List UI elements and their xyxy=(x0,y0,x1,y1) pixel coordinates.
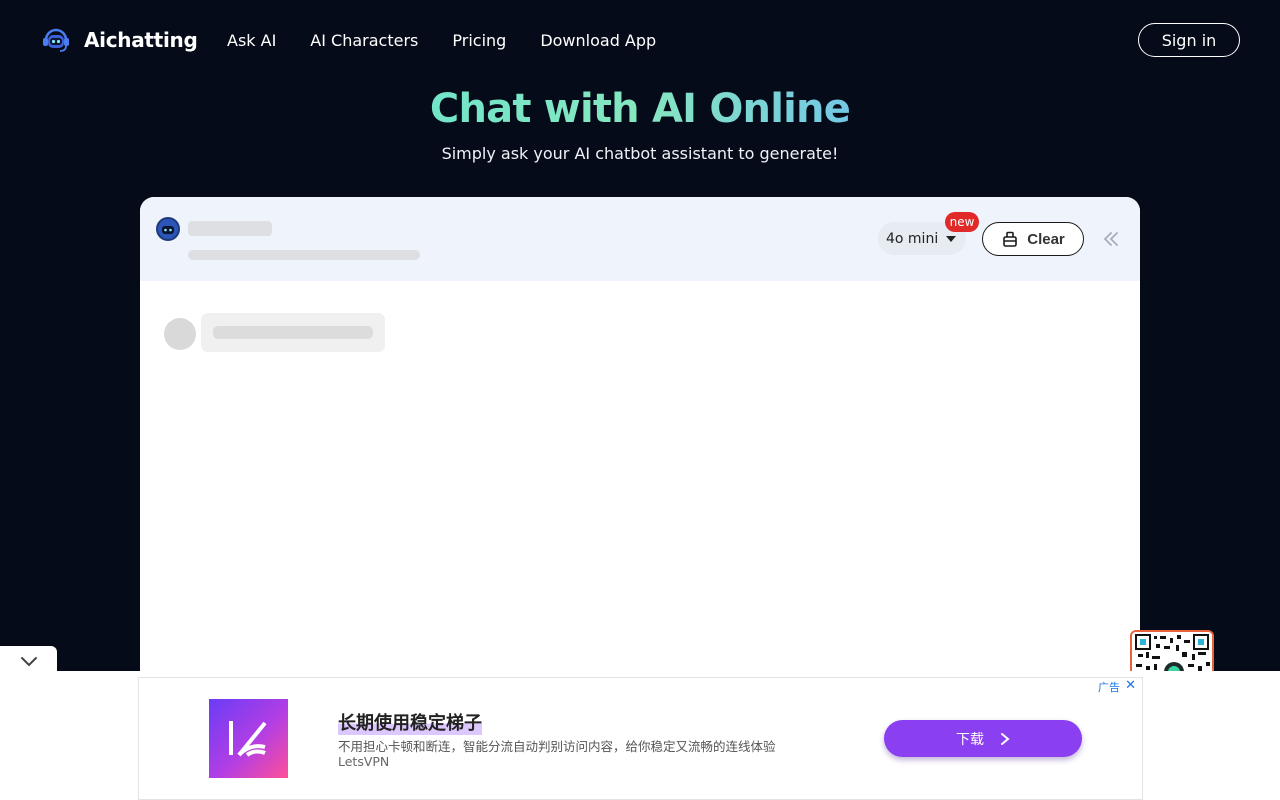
clear-button-label: Clear xyxy=(1027,230,1065,248)
ad-title[interactable]: 长期使用稳定梯子 xyxy=(338,709,482,735)
ad-banner[interactable]: 长期使用稳定梯子 不用担心卡顿和断连，智能分流自动判别访问内容，给你稳定又流畅的… xyxy=(138,677,1143,800)
ad-download-label: 下载 xyxy=(956,731,984,748)
letsvpn-logo-icon xyxy=(209,699,288,778)
chevron-right-icon xyxy=(1001,732,1010,745)
nav-ai-characters[interactable]: AI Characters xyxy=(310,31,418,50)
ad-brand: LetsVPN xyxy=(338,754,390,769)
close-icon[interactable]: ✕ xyxy=(1125,678,1136,693)
nav-pricing[interactable]: Pricing xyxy=(452,31,506,50)
ad-download-button[interactable]: 下载 xyxy=(884,720,1082,757)
hero-subtitle: Simply ask your AI chatbot assistant to … xyxy=(441,144,839,163)
bot-avatar-icon xyxy=(156,217,180,241)
chat-panel: 4o mini new Clear xyxy=(140,197,1140,717)
message-text-placeholder xyxy=(213,326,373,339)
brand-logo[interactable]: Aichatting xyxy=(40,24,198,56)
caret-down-icon xyxy=(946,235,957,242)
clear-button[interactable]: Clear xyxy=(982,222,1084,256)
model-selector-value: 4o mini xyxy=(886,230,939,247)
nav-ask-ai[interactable]: Ask AI xyxy=(227,31,276,50)
site-header: Aichatting Ask AI AI Characters Pricing … xyxy=(0,0,1280,84)
nav-download-app[interactable]: Download App xyxy=(540,31,656,50)
double-chevron-left-icon[interactable] xyxy=(1101,229,1121,249)
character-name-placeholder xyxy=(188,221,272,236)
broom-icon xyxy=(1003,231,1018,247)
message-avatar-placeholder xyxy=(164,318,196,350)
page: Aichatting Ask AI AI Characters Pricing … xyxy=(0,0,1280,800)
new-badge: new xyxy=(945,212,979,232)
chat-panel-header: 4o mini new Clear xyxy=(140,197,1140,281)
ad-description: 不用担心卡顿和断连，智能分流自动判别访问内容，给你稳定又流畅的连线体验 xyxy=(338,739,776,754)
sign-in-button[interactable]: Sign in xyxy=(1138,23,1240,57)
main-nav: Ask AI AI Characters Pricing Download Ap… xyxy=(227,31,656,50)
brand-name: Aichatting xyxy=(84,28,198,52)
ad-label[interactable]: 广告 xyxy=(1098,679,1120,695)
hero-title: Chat with AI Online xyxy=(0,86,1280,132)
chevron-down-icon xyxy=(20,656,37,666)
robot-headset-icon xyxy=(43,28,69,52)
character-description-placeholder xyxy=(188,250,420,260)
